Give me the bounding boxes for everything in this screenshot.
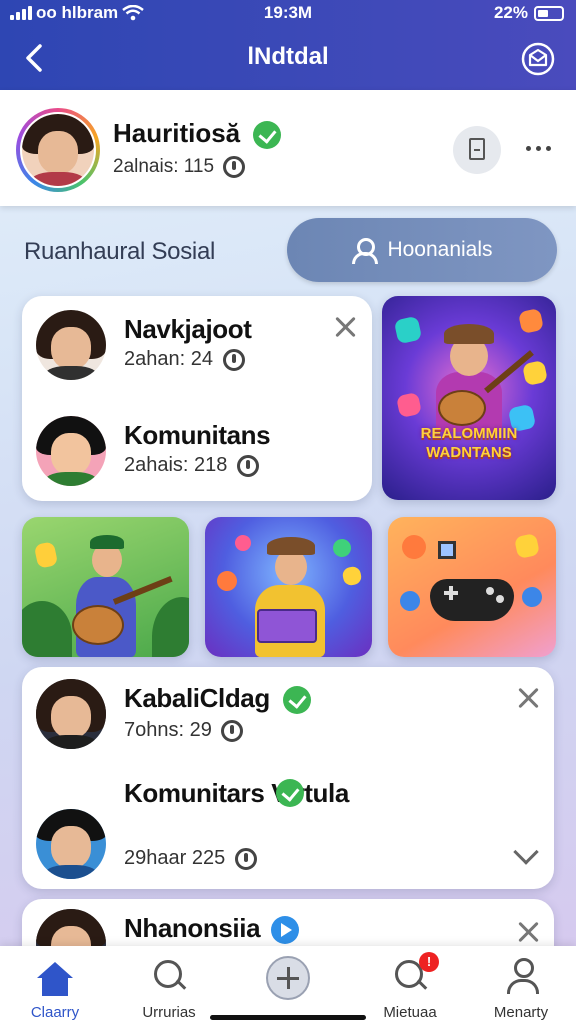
nav-members-label: Menarty xyxy=(493,1004,549,1021)
nav-notifications-label: Mietuaa xyxy=(383,1004,437,1021)
clock-icon xyxy=(236,454,259,477)
home-icon xyxy=(37,962,73,996)
community-members: 7ohns: 29 xyxy=(124,719,212,741)
add-icon xyxy=(266,956,310,1000)
music-tile[interactable] xyxy=(22,517,189,657)
nav-home-label: Claarry xyxy=(30,1004,80,1021)
profile-header: Hauritiosă 2alnais: 115 xyxy=(0,90,576,206)
profile-name: Hauritiosă xyxy=(113,118,241,148)
battery-icon xyxy=(534,5,564,21)
more-icon[interactable] xyxy=(520,136,556,160)
notification-badge: ! xyxy=(419,952,439,972)
community-card-1[interactable]: Navkjajoot 2ahan: 24 Komunitans 2ahais: … xyxy=(22,296,372,501)
page-title: lNdtdal xyxy=(247,43,329,70)
chevron-down-icon[interactable] xyxy=(513,839,539,865)
verified-icon xyxy=(253,121,282,150)
mail-icon[interactable] xyxy=(520,41,556,77)
members-button[interactable]: Hoonanials xyxy=(287,218,557,282)
community-name: KabaliCldag xyxy=(124,683,270,713)
status-time: 19:3M xyxy=(263,3,313,22)
community-name: Komunitars Virtula xyxy=(124,778,349,808)
document-button[interactable] xyxy=(453,126,501,174)
person-icon xyxy=(351,237,379,264)
community-members: 2ahan: 24 xyxy=(124,348,213,370)
section-title: Ruanhaural Sosial xyxy=(24,238,216,265)
profile-avatar[interactable] xyxy=(16,108,100,192)
verified-icon xyxy=(282,686,311,715)
featured-community-tile[interactable]: REALOMMIIN WADNTANS xyxy=(382,296,556,500)
avatar xyxy=(36,310,106,380)
verified-icon xyxy=(276,779,304,807)
clock-icon xyxy=(234,847,257,870)
top-bar: oo hlbram 19:3M 22% lNdtdal xyxy=(0,0,576,90)
community-name: Navkjajoot xyxy=(124,314,252,344)
avatar xyxy=(36,416,106,486)
profile-subtitle: 2alnais: 115 xyxy=(113,156,215,178)
community-card-2[interactable]: KabaliCldag 7ohns: 29 Komunitars Virtula… xyxy=(22,667,554,889)
home-indicator xyxy=(210,1015,366,1020)
community-members: 2ahais: 218 xyxy=(124,454,228,476)
status-bar: oo hlbram 19:3M 22% xyxy=(0,0,576,28)
search-icon xyxy=(154,960,188,994)
members-button-label: Hoonanials xyxy=(387,238,493,261)
gaming-tile[interactable] xyxy=(388,517,556,657)
close-icon[interactable] xyxy=(517,687,539,709)
clock-icon xyxy=(222,348,245,371)
tile-banner: REALOMMIIN WADNTANS xyxy=(420,425,518,461)
avatar xyxy=(36,679,106,749)
play-icon xyxy=(270,916,299,945)
battery-percent: 22% xyxy=(493,3,528,22)
avatar xyxy=(36,809,106,879)
member-icon xyxy=(506,958,539,994)
reading-tile[interactable] xyxy=(205,517,372,657)
community-members: 29haar 225 xyxy=(124,847,226,869)
bottom-nav: Claarry Urrurias ! Mietuaa Menarty xyxy=(0,946,576,1024)
community-name: Komunitans xyxy=(124,420,271,450)
community-name: Nhanonsiia xyxy=(124,913,261,943)
clock-icon xyxy=(221,719,244,742)
clock-icon xyxy=(223,156,246,178)
close-icon[interactable] xyxy=(517,921,539,943)
nav-search-label: Urrurias xyxy=(142,1004,196,1021)
document-icon xyxy=(469,138,485,160)
close-icon[interactable] xyxy=(334,316,356,338)
